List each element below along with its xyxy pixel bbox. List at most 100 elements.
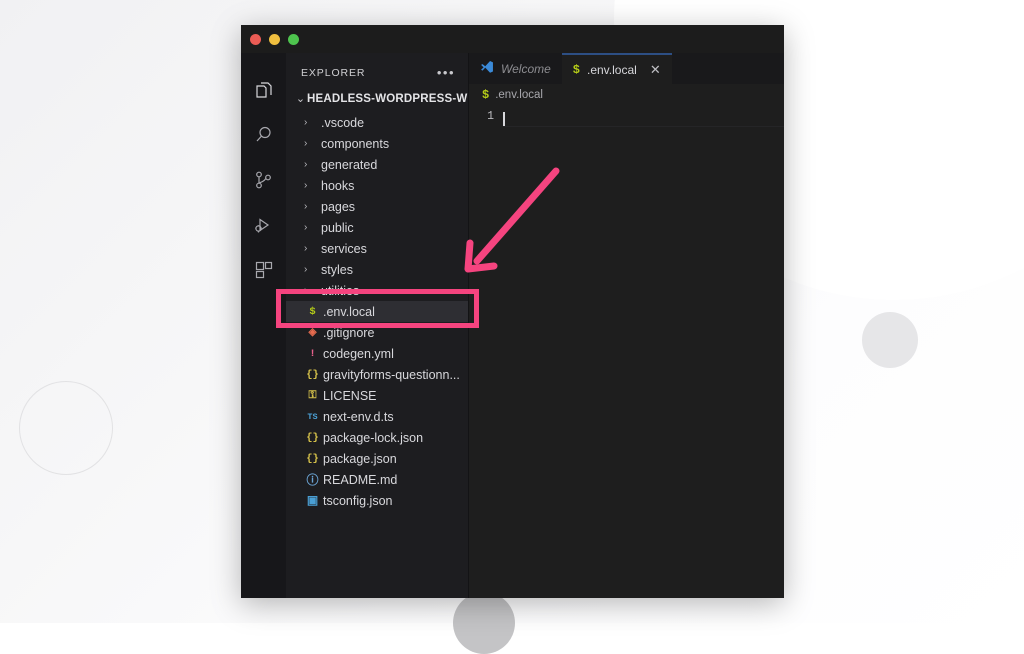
chevron-right-icon: › [304, 159, 308, 170]
typescript-file-icon: TS [307, 411, 318, 422]
breadcrumb[interactable]: $ .env.local [469, 84, 784, 106]
folder-name: .vscode [321, 115, 365, 130]
tree-row-file-license[interactable]: ⚿ LICENSE [286, 385, 468, 406]
editor-area: Welcome $ .env.local ✕ $ .env.local 1 [469, 53, 784, 598]
yaml-file-icon: ! [309, 347, 316, 360]
tab-env-local[interactable]: $ .env.local ✕ [561, 53, 672, 84]
tree-row-file-readme[interactable]: ⓘ README.md [286, 469, 468, 490]
file-name: gravityforms-questionn... [323, 367, 460, 382]
tree-row-file-env-local[interactable]: $ .env.local [286, 301, 468, 322]
tree-row-folder[interactable]: › .vscode [286, 112, 468, 133]
tree-row-folder[interactable]: › pages [286, 196, 468, 217]
chevron-right-icon: › [304, 138, 308, 149]
window-body: EXPLORER ••• ⌄ HEADLESS-WORDPRESS-WI... … [241, 53, 784, 598]
folder-name: utilities [321, 283, 360, 298]
window-maximize-button[interactable] [288, 33, 299, 45]
decorative-circle-bottom [453, 592, 515, 654]
tree-row-folder[interactable]: › public [286, 217, 468, 238]
folder-name: public [321, 220, 354, 235]
vscode-window: EXPLORER ••• ⌄ HEADLESS-WORDPRESS-WI... … [241, 25, 784, 598]
tab-welcome[interactable]: Welcome [469, 53, 562, 84]
editor-tabbar: Welcome $ .env.local ✕ [469, 53, 784, 84]
env-file-icon: $ [482, 88, 490, 102]
run-debug-icon [253, 214, 275, 236]
folder-name: services [321, 241, 367, 256]
folder-name: components [321, 136, 390, 151]
tree-row-file-tsconfig[interactable]: ▣ tsconfig.json [286, 490, 468, 511]
chevron-right-icon: › [304, 285, 308, 296]
activity-bar-item-search[interactable] [241, 112, 286, 157]
env-file-icon: $ [572, 62, 580, 77]
file-name: tsconfig.json [323, 493, 393, 508]
json-file-icon: {} [306, 368, 319, 381]
git-file-icon: ◈ [308, 327, 317, 339]
window-minimize-button[interactable] [269, 33, 280, 45]
tree-row-folder[interactable]: › styles [286, 259, 468, 280]
explorer-more-actions-icon[interactable]: ••• [437, 66, 455, 79]
explorer-sidebar: EXPLORER ••• ⌄ HEADLESS-WORDPRESS-WI... … [286, 53, 469, 598]
json-file-icon: {} [306, 431, 319, 444]
tree-row-file-next-env[interactable]: TS next-env.d.ts [286, 406, 468, 427]
folder-name: styles [321, 262, 353, 277]
tree-row-folder[interactable]: › hooks [286, 175, 468, 196]
file-name: LICENSE [323, 388, 377, 403]
file-name: codegen.yml [323, 346, 394, 361]
chevron-down-icon: ⌄ [295, 93, 306, 105]
tab-label: Welcome [501, 61, 551, 76]
activity-bar [241, 53, 286, 598]
window-close-button[interactable] [250, 33, 261, 45]
tree-row-folder[interactable]: › services [286, 238, 468, 259]
file-name: package-lock.json [323, 430, 424, 445]
file-name: .env.local [323, 304, 375, 319]
line-number-gutter: 1 [469, 108, 503, 598]
json-file-icon: {} [306, 452, 319, 465]
tree-row-folder[interactable]: › utilities [286, 280, 468, 301]
tab-label: .env.local [587, 62, 637, 77]
file-name: README.md [323, 472, 398, 487]
tree-row-file-package-lock[interactable]: {} package-lock.json [286, 427, 468, 448]
workspace-root-row[interactable]: ⌄ HEADLESS-WORDPRESS-WI... [286, 89, 468, 109]
tree-row-file-gitignore[interactable]: ◈ .gitignore [286, 322, 468, 343]
search-icon [253, 124, 275, 146]
markdown-file-icon: ⓘ [306, 474, 319, 488]
chevron-right-icon: › [304, 201, 308, 212]
tree-row-file-package-json[interactable]: {} package.json [286, 448, 468, 469]
chevron-right-icon: › [304, 222, 308, 233]
chevron-right-icon: › [304, 180, 308, 191]
env-file-icon: $ [309, 305, 316, 318]
extensions-icon [253, 259, 275, 281]
decorative-circle-outline [19, 381, 113, 475]
tree-row-file-codegen-yml[interactable]: ! codegen.yml [286, 343, 468, 364]
folder-name: hooks [321, 178, 355, 193]
tree-row-file-gravityforms[interactable]: {} gravityforms-questionn... [286, 364, 468, 385]
source-control-icon [253, 169, 275, 191]
explorer-header: EXPLORER ••• [286, 53, 468, 89]
files-icon [253, 79, 275, 101]
file-name: .gitignore [323, 325, 375, 340]
code-content[interactable] [503, 108, 784, 598]
chevron-right-icon: › [304, 243, 308, 254]
line-number: 1 [487, 110, 494, 123]
license-file-icon: ⚿ [308, 389, 317, 402]
close-icon[interactable]: ✕ [650, 63, 661, 76]
folder-name: generated [321, 157, 378, 172]
file-name: next-env.d.ts [323, 409, 394, 424]
file-name: package.json [323, 451, 397, 466]
code-editor[interactable]: 1 [469, 106, 784, 598]
current-line-indicator [503, 126, 784, 127]
activity-bar-item-source-control[interactable] [241, 157, 286, 202]
activity-bar-item-run-debug[interactable] [241, 202, 286, 247]
tsconfig-file-icon: ▣ [306, 494, 319, 508]
file-tree: › .vscode › components › generated › hoo… [286, 109, 468, 511]
text-cursor [503, 111, 505, 126]
vscode-logo-icon [480, 60, 494, 77]
window-titlebar [241, 25, 784, 53]
activity-bar-item-explorer[interactable] [241, 67, 286, 112]
breadcrumb-label: .env.local [495, 89, 543, 101]
chevron-right-icon: › [304, 117, 308, 128]
activity-bar-item-extensions[interactable] [241, 247, 286, 292]
tree-row-folder[interactable]: › components [286, 133, 468, 154]
tree-row-folder[interactable]: › generated [286, 154, 468, 175]
decorative-circle-right [862, 312, 918, 368]
explorer-title: EXPLORER [301, 67, 366, 79]
